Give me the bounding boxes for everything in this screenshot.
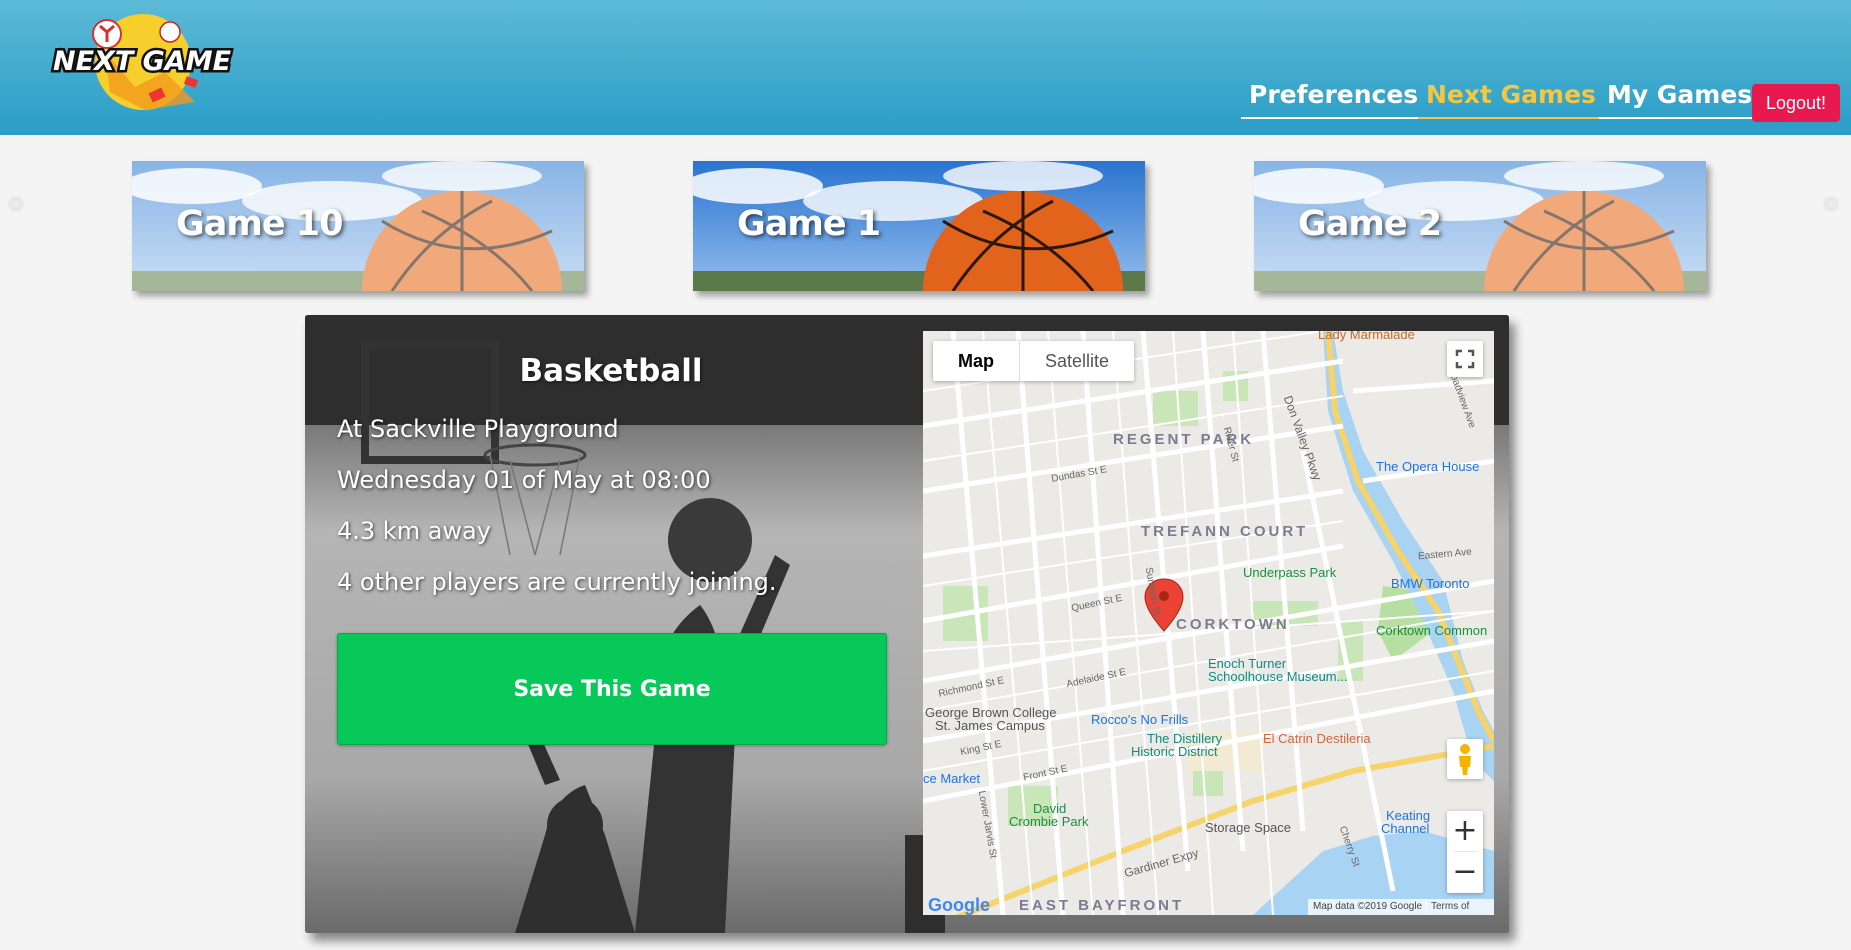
map-poi-label: El Catrin Destileria xyxy=(1263,731,1371,746)
game-distance: 4.3 km away xyxy=(337,517,491,545)
map-poi-label: Historic District xyxy=(1131,744,1218,759)
game-card-10[interactable]: Game 10 xyxy=(132,161,584,291)
game-datetime: Wednesday 01 of May at 08:00 xyxy=(337,466,711,494)
map-area-label: TREFANN COURT xyxy=(1141,523,1309,540)
map-terms-link[interactable]: Terms of Use xyxy=(1426,899,1494,915)
game-card-title: Game 2 xyxy=(1298,204,1442,244)
map-poi-label: Lady Marmalade xyxy=(1318,331,1415,342)
top-header: NEXT GAME Preferences Next Games My Game… xyxy=(0,0,1851,135)
next-game-logo[interactable]: NEXT GAME xyxy=(45,12,240,112)
logout-button[interactable]: Logout! xyxy=(1752,84,1840,122)
game-detail-panel: Basketball At Sackville Playground Wedne… xyxy=(305,315,1509,933)
map-type-satellite-button[interactable]: Satellite xyxy=(1020,341,1134,381)
fullscreen-icon[interactable] xyxy=(1447,341,1483,377)
map-poi-label: Crombie Park xyxy=(1009,814,1089,829)
pegman-icon[interactable] xyxy=(1447,739,1483,779)
logo-text: NEXT GAME xyxy=(53,46,232,77)
map-poi-label: Channel xyxy=(1381,821,1430,836)
chevron-left-icon[interactable]: ‹ xyxy=(8,196,24,212)
map-poi-label: Corktown Common xyxy=(1376,623,1488,638)
sport-title: Basketball xyxy=(519,353,703,389)
zoom-control: + − xyxy=(1447,811,1483,893)
map-poi-label: St. James Campus xyxy=(935,718,1045,733)
google-map[interactable]: REGENT PARK TREFANN COURT CORKTOWN EAST … xyxy=(923,331,1494,915)
map-type-control[interactable]: Map Satellite xyxy=(933,341,1135,381)
google-logo: Google xyxy=(928,895,990,915)
save-game-button[interactable]: Save This Game xyxy=(337,633,887,745)
map-area-label: CORKTOWN xyxy=(1176,616,1290,633)
map-area-label: EAST BAYFRONT xyxy=(1019,897,1185,914)
game-card-title: Game 1 xyxy=(737,204,881,244)
map-poi-label: Underpass Park xyxy=(1243,565,1337,580)
game-location: At Sackville Playground xyxy=(337,415,619,443)
game-card-2[interactable]: Game 2 xyxy=(1254,161,1706,291)
map-poi-label: ce Market xyxy=(923,771,981,786)
chevron-right-icon[interactable]: › xyxy=(1823,196,1839,212)
game-card-title: Game 10 xyxy=(176,204,343,244)
game-card-1[interactable]: Game 1 xyxy=(693,161,1145,291)
map-poi-label: The Opera House xyxy=(1376,459,1480,474)
map-poi-label: Rocco's No Frills xyxy=(1091,712,1189,727)
map-poi-label: BMW Toronto xyxy=(1391,576,1470,591)
zoom-out-button[interactable]: − xyxy=(1447,852,1483,892)
nav-preferences[interactable]: Preferences xyxy=(1241,76,1427,119)
map-poi-label: Storage Space xyxy=(1205,820,1292,835)
map-poi-label: Schoolhouse Museum... xyxy=(1208,669,1348,684)
nav-next-games[interactable]: Next Games xyxy=(1418,76,1604,119)
map-attribution: Map data ©2019 Google xyxy=(1308,899,1428,915)
zoom-in-button[interactable]: + xyxy=(1447,811,1483,851)
nav-my-games[interactable]: My Games xyxy=(1599,76,1761,119)
players-joining: 4 other players are currently joining. xyxy=(337,568,777,596)
map-type-map-button[interactable]: Map xyxy=(933,341,1020,381)
